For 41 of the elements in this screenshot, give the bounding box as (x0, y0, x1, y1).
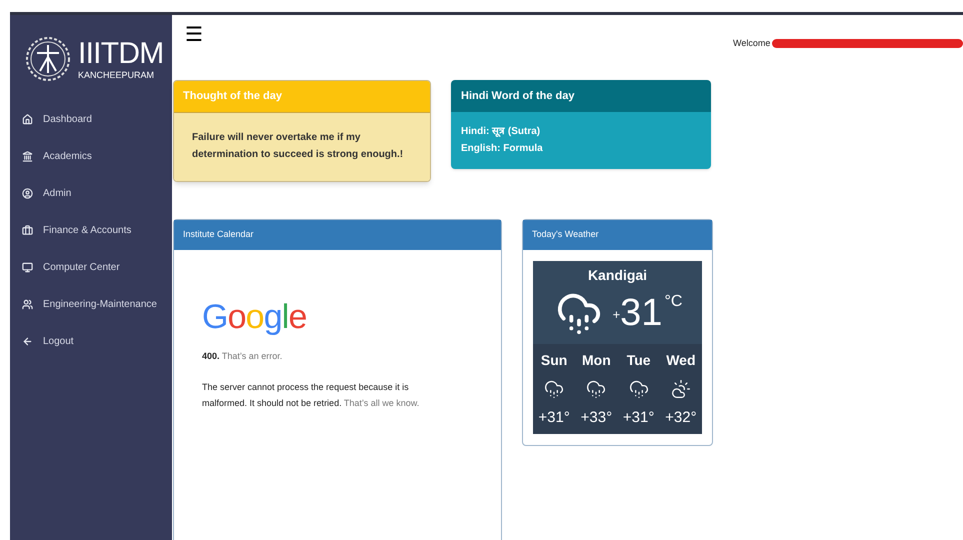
day-temperature: +31° (622, 408, 654, 428)
card-header: Today's Weather (523, 220, 712, 250)
city-name: Kandigai (588, 266, 648, 285)
rain-cloud-icon (586, 379, 606, 399)
sidebar-item[interactable]: Dashboard (22, 109, 172, 130)
error-message: The server cannot process the request because it is malformed. It should not be retried. That’s all we know. (202, 380, 420, 410)
card-header: Hindi Word of the day (451, 80, 711, 112)
monitor-icon (22, 262, 33, 273)
sidebar-item[interactable]: Admin (22, 183, 172, 204)
sidebar-item[interactable]: Logout (22, 331, 172, 352)
rain-cloud-icon (544, 379, 564, 399)
day-name: Mon (582, 351, 611, 370)
briefcase-icon (22, 225, 33, 236)
sidebar-item[interactable]: Academics (22, 146, 172, 167)
card-header: Thought of the day (174, 81, 430, 113)
error-heading: 400. That’s an error. (202, 350, 284, 363)
users-icon (22, 299, 33, 310)
word-line: English: Formula (461, 142, 544, 156)
rain-cloud-icon (628, 379, 649, 399)
logo-subtitle: KANCHEEPURAM (78, 70, 156, 80)
day-temperature: +32° (665, 408, 697, 428)
sidebar-item[interactable]: Finance & Accounts (22, 220, 172, 241)
day-name: Wed (666, 351, 696, 370)
menu-button[interactable]: ☰ (185, 25, 203, 45)
word-line: Hindi: सूत्र (Sutra) (461, 125, 542, 139)
welcome-text: Welcome (733, 37, 770, 50)
day-temperature: +31° (538, 408, 570, 428)
day-name: Tue (626, 351, 651, 370)
arrow-left-icon (22, 336, 33, 347)
day-name: Sun (540, 351, 568, 370)
logo-title: IIITDM (78, 38, 164, 68)
home-icon (22, 114, 33, 125)
card-header: Institute Calendar (174, 220, 501, 250)
thought-text: Failure will never overtake me if my determination to succeed is strong enough.! (174, 113, 430, 181)
cloud-sun-icon (670, 379, 691, 399)
sidebar-item[interactable]: Computer Center (22, 257, 172, 278)
user-icon (22, 188, 33, 199)
sidebar-item[interactable]: Engineering-Maintenance (22, 294, 172, 315)
google-logo: Google (202, 300, 308, 334)
bank-icon (22, 151, 33, 162)
day-temperature: +33° (580, 408, 612, 428)
